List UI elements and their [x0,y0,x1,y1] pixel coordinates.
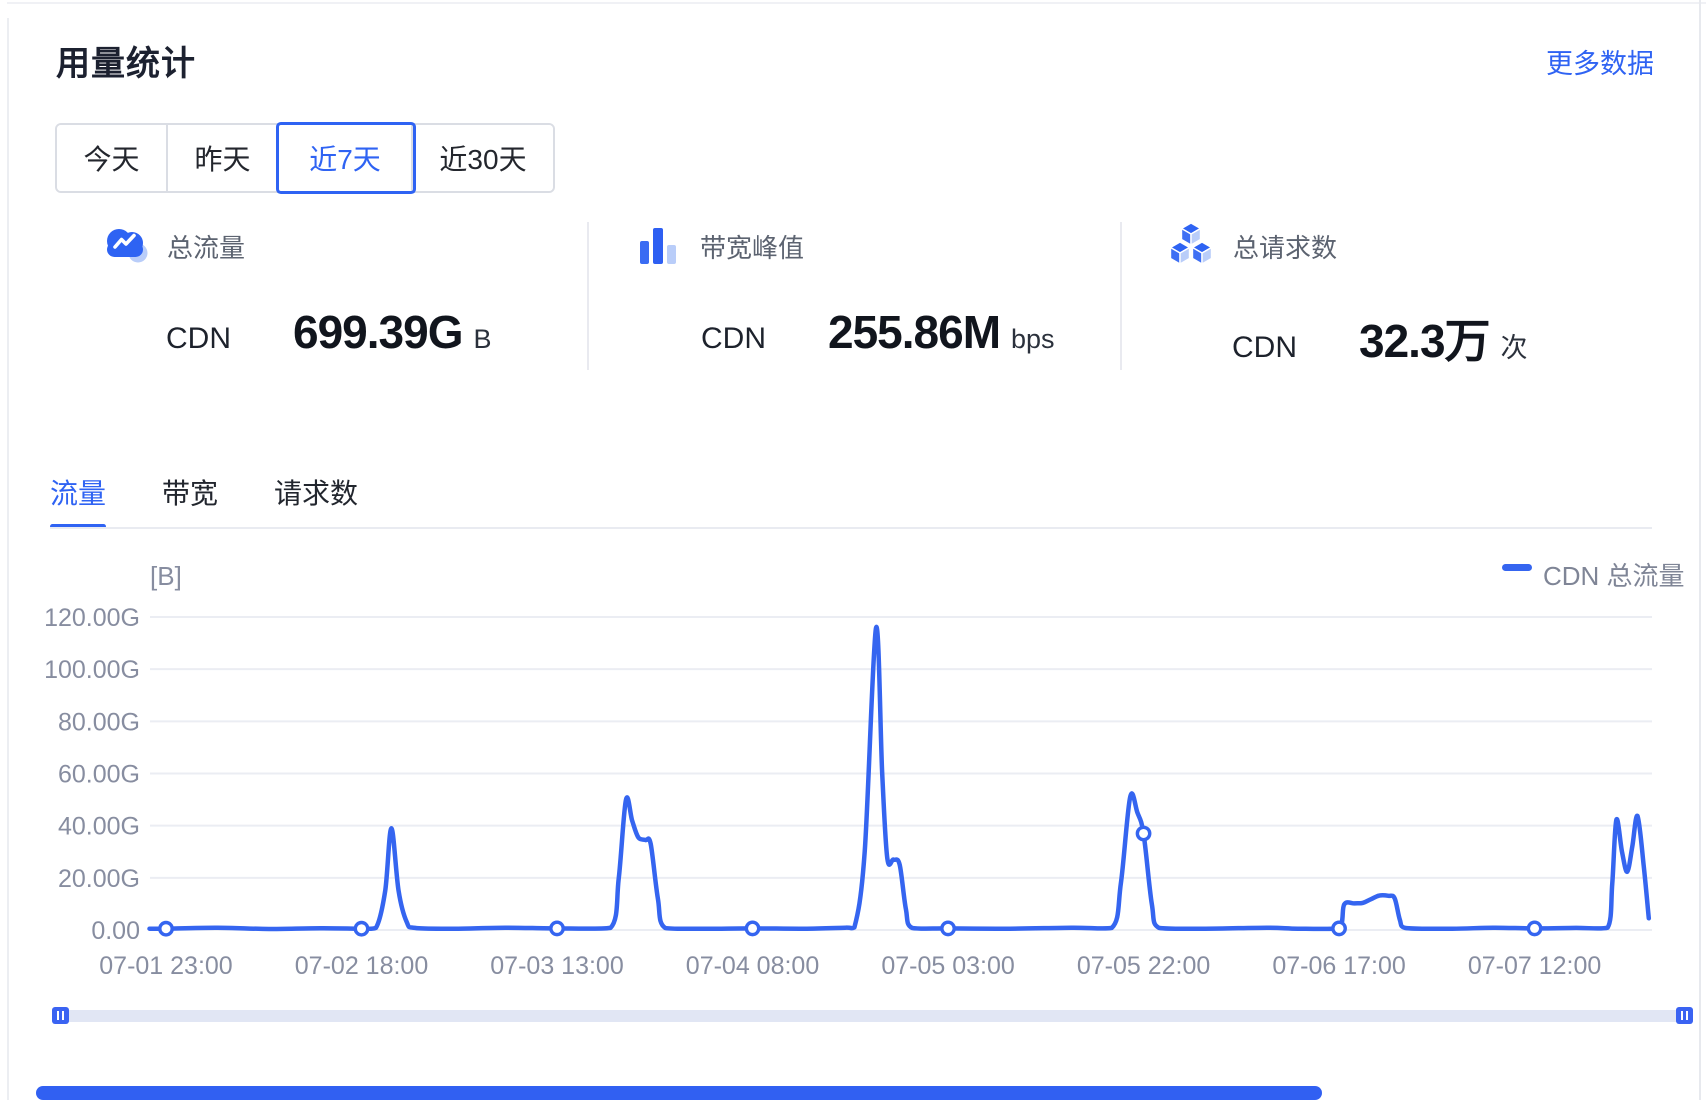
series-point-marker [160,922,172,934]
legend-line-swatch [1502,564,1532,571]
chart-y-axis-labels: 0.00 20.00G 40.00G 60.00G 80.00G 100.00G 120.0… [44,604,140,945]
datazoom-right-handle[interactable] [1676,1007,1693,1024]
stat-value: 699.39G [293,305,462,359]
y-tick-label: 120.00G [44,604,140,632]
traffic-series-line [150,627,1649,929]
stat-card-0: 总流量CDN699.39GB [102,225,245,267]
stat-card-1: 带宽峰值CDN255.86Mbps [637,225,804,267]
range-tab-last7days[interactable]: 近7天 [279,125,413,191]
range-tab-yesterday[interactable]: 昨天 [168,125,279,191]
horizontal-scrollbar-thumb[interactable] [36,1086,1322,1100]
series-point-marker [355,922,367,934]
stat-label: 总请求数 [1233,228,1337,265]
datazoom-track[interactable] [57,1010,1688,1022]
stat-unit: 次 [1501,326,1528,365]
stat-label: 带宽峰值 [700,228,804,265]
series-point-marker [746,922,758,934]
stat-product-name: CDN [166,322,293,356]
y-tick-label: 80.00G [58,708,140,736]
series-point-marker [1333,922,1345,934]
metric-tab-bandwidth[interactable]: 带宽 [162,472,218,512]
stat-card-2: 总请求数CDN32.3万次 [1168,225,1337,267]
chart-x-axis-labels: 07-01 23:00 07-02 18:00 07-03 13:00 07-04 0… [99,952,1601,980]
series-point-marker [942,922,954,934]
y-tick-label: 60.00G [58,760,140,788]
metric-tab-requests[interactable]: 请求数 [274,472,358,512]
datazoom-left-handle[interactable] [52,1007,69,1024]
date-range-tabs: 今天昨天近7天近30天 [55,123,555,193]
more-data-link[interactable]: 更多数据 [1546,42,1654,81]
stat-unit: B [473,324,491,355]
x-tick-label: 07-03 13:00 [490,952,623,980]
request-cubes-icon [1168,222,1214,271]
series-point-marker [1528,922,1540,934]
range-tab-last30days[interactable]: 近30天 [413,125,553,191]
metric-tab-traffic[interactable]: 流量 [50,472,106,512]
metric-tabs: 流量 带宽 请求数 [50,472,358,512]
tabs-divider [50,527,1652,529]
y-tick-label: 40.00G [58,813,140,841]
page-title: 用量统计 [56,36,196,85]
stat-product-name: CDN [1232,331,1359,365]
y-tick-label: 0.00 [91,917,140,945]
y-axis-unit-label: [B] [150,561,182,591]
stat-value: 32.3万 [1359,305,1490,371]
chart-legend[interactable]: CDN 总流量 [1502,561,1685,591]
stat-label: 总流量 [167,228,245,265]
bandwidth-bars-icon [637,222,681,271]
y-tick-label: 100.00G [44,656,140,684]
usage-statistics-card: 用量统计 更多数据 今天昨天近7天近30天 总流量CDN699.39GB带宽峰值… [0,0,1706,1100]
traffic-line-chart: 0.00 20.00G 40.00G 60.00G 80.00G 100.00G 120.0… [0,540,1706,1010]
range-tab-today[interactable]: 今天 [57,125,168,191]
card-top-border [7,2,1706,4]
x-tick-label: 07-04 08:00 [686,952,819,980]
x-tick-label: 07-05 03:00 [881,952,1014,980]
legend-series-label: CDN 总流量 [1543,561,1685,591]
series-point-marker [1137,827,1149,839]
series-point-marker [551,922,563,934]
x-tick-label: 07-05 22:00 [1077,952,1210,980]
y-tick-label: 20.00G [58,865,140,893]
x-tick-label: 07-07 12:00 [1468,952,1601,980]
stat-divider [1120,222,1122,370]
stat-product-name: CDN [701,322,828,356]
series-point-markers [160,827,1541,935]
x-tick-label: 07-01 23:00 [99,952,232,980]
x-tick-label: 07-06 17:00 [1272,952,1405,980]
stat-divider [587,222,589,370]
cloud-traffic-icon [102,224,148,269]
stat-unit: bps [1011,324,1055,355]
stat-value: 255.86M [828,305,1000,359]
x-tick-label: 07-02 18:00 [295,952,428,980]
